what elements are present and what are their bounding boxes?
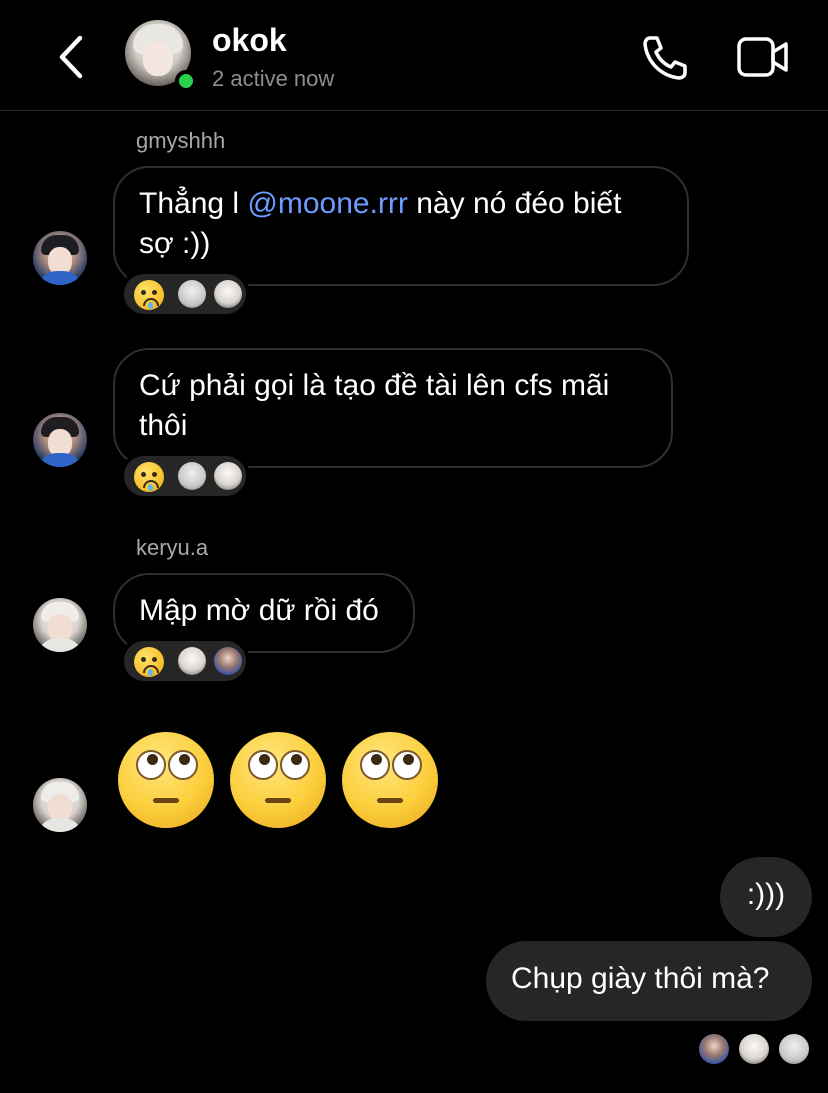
sender-avatar[interactable] [33,778,87,832]
outgoing-message-bubble[interactable]: :))) [720,857,812,937]
sender-name: gmyshhh [136,128,226,153]
reactions-bar[interactable] [120,637,250,685]
message-bubble[interactable]: Cứ phải gọi là tạo đề tài lên cfs mãi th… [113,348,673,468]
reactor-avatar [178,280,206,308]
outgoing-message-bubble[interactable]: Chụp giày thôi mà? [486,941,812,1021]
reactor-avatar [214,647,242,675]
video-call-button[interactable] [736,36,790,78]
crying-face-icon [134,647,164,677]
phone-icon [643,36,687,80]
seen-by-avatar [697,1032,731,1066]
reactor-avatar [214,462,242,490]
sender-name: keryu.a [136,535,209,560]
message-text: Thẳng l [139,187,248,220]
mention-link[interactable]: @moone.rrr [247,187,408,220]
crying-face-icon [134,462,164,492]
chevron-left-icon [59,35,83,79]
message-text: Cứ phải gọi là tạo đề tài lên cfs mãi th… [139,369,610,442]
video-camera-icon [737,37,788,77]
sender-avatar[interactable] [33,598,87,652]
seen-by-avatar [737,1032,771,1066]
chat-screen: okok 2 active now gmyshhh Thẳng l @moone… [0,0,828,1093]
reactor-avatar [178,647,206,675]
voice-call-button[interactable] [640,34,690,80]
message-text: :))) [746,878,786,911]
reactor-avatar [178,462,206,490]
message-text: Mập mờ dữ rồi đó [139,594,379,627]
message-text: Chụp giày thôi mà? [511,962,770,995]
seen-by-avatar [777,1032,811,1066]
crying-face-icon [134,280,164,310]
reactor-avatar [214,280,242,308]
rolling-eyes-emoji-icon[interactable] [342,732,438,828]
chat-header: okok 2 active now [0,0,828,111]
chat-title[interactable]: okok [212,22,287,59]
message-bubble[interactable]: Thẳng l @moone.rrr này nó đéo biết sợ :)… [113,166,689,286]
reactions-bar[interactable] [120,452,250,500]
online-status-dot [175,70,197,92]
rolling-eyes-emoji-icon[interactable] [230,732,326,828]
active-status: 2 active now [212,66,335,91]
rolling-eyes-emoji-icon[interactable] [118,732,214,828]
sender-avatar[interactable] [33,231,87,285]
reactions-bar[interactable] [120,270,250,318]
back-button[interactable] [52,30,92,84]
sender-avatar[interactable] [33,413,87,467]
